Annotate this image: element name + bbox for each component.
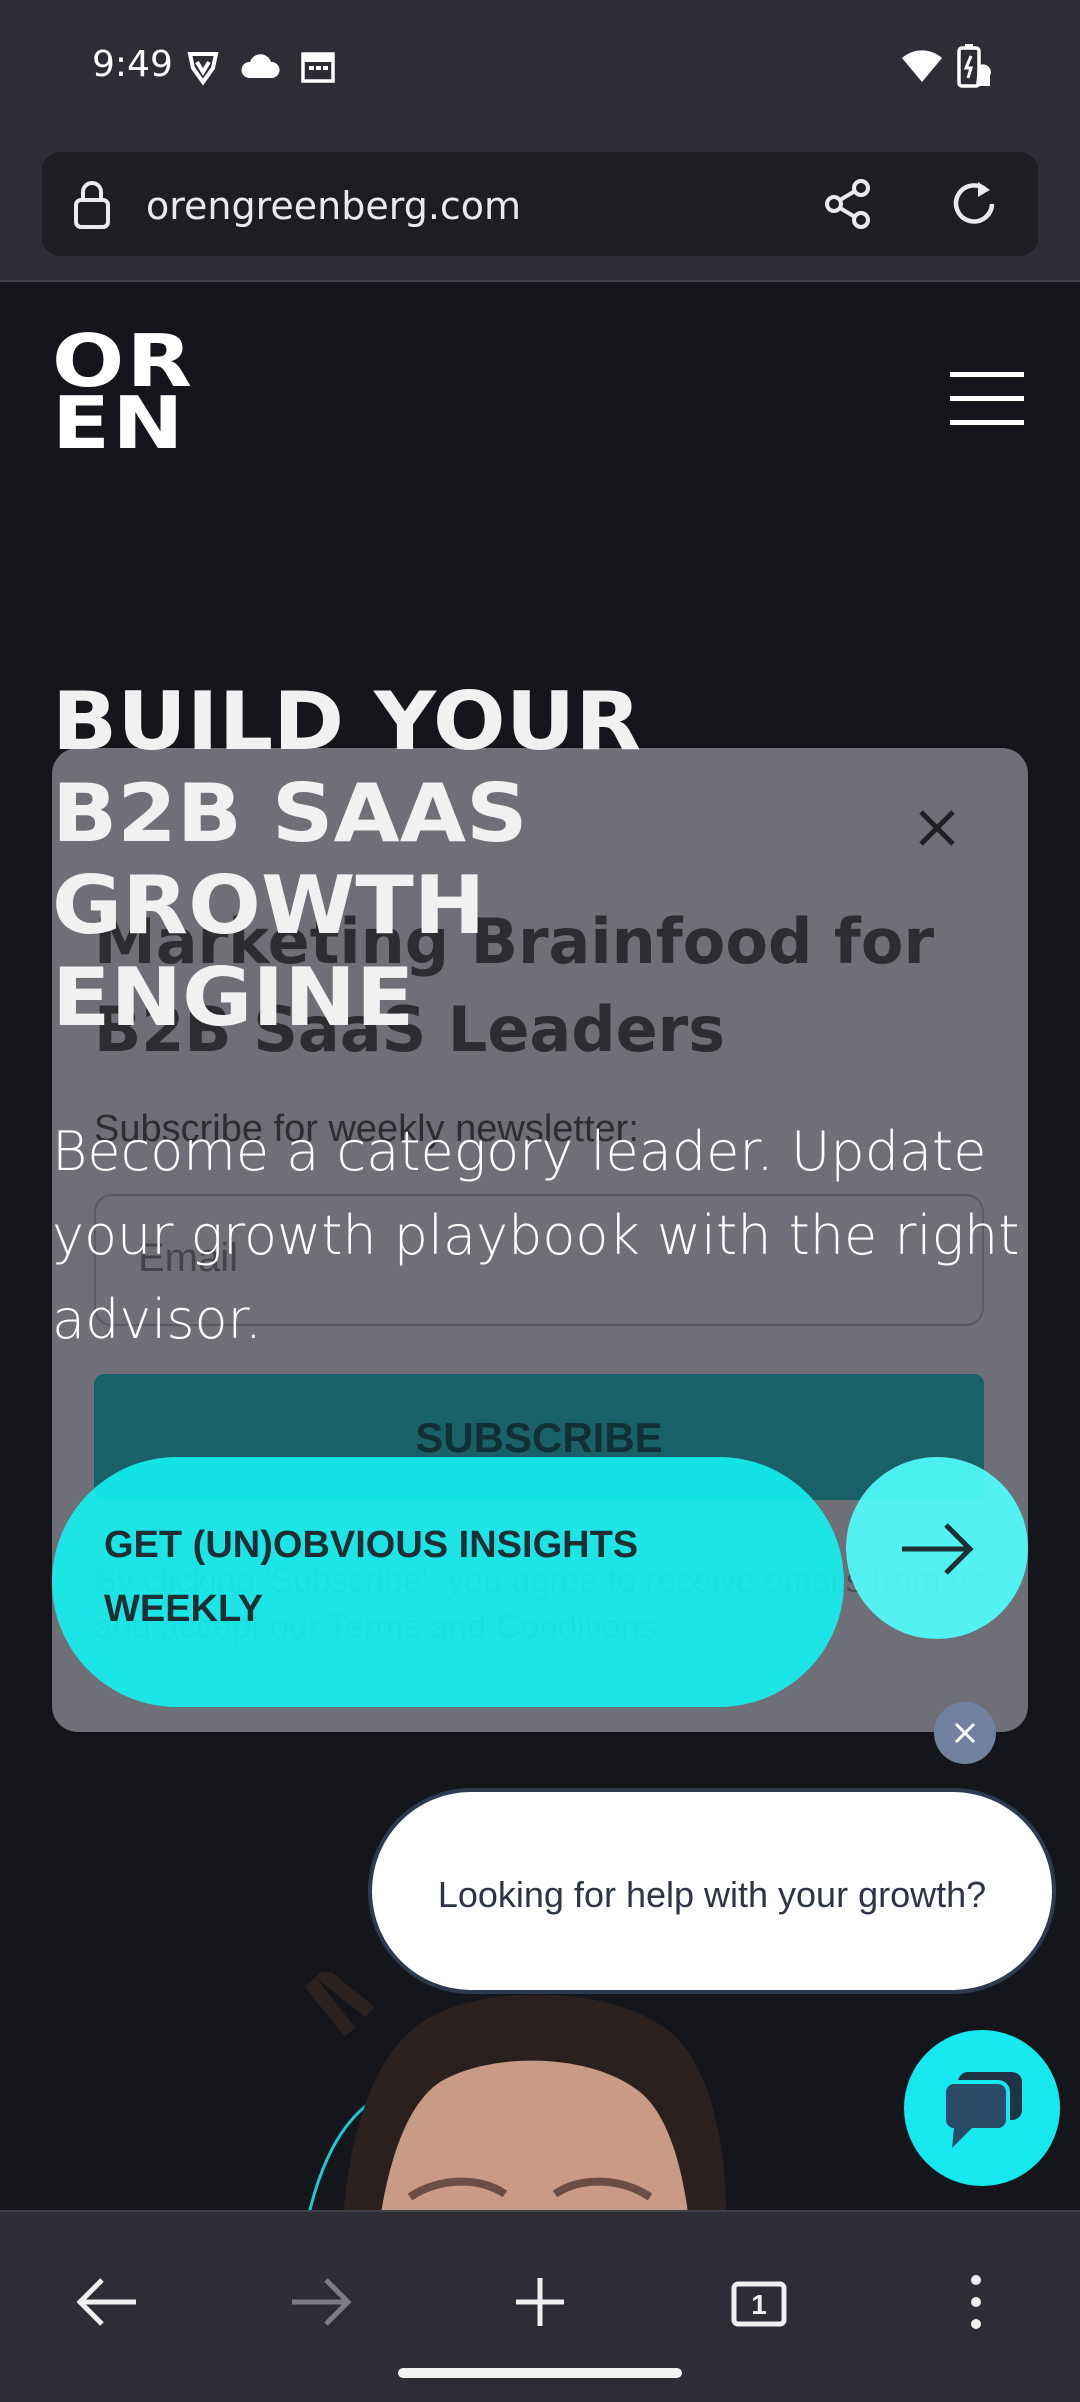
more-options-icon[interactable] <box>926 2252 1026 2352</box>
browser-bottom-bar: 1 <box>0 2210 1080 2402</box>
close-icon <box>954 1722 976 1744</box>
site-logo[interactable]: OR EN <box>52 325 194 459</box>
chat-prompt-bubble[interactable]: Looking for help with your growth? <box>368 1788 1056 1994</box>
browser-toolbar: orengreenberg.com <box>0 140 1080 282</box>
tabs-icon[interactable]: 1 <box>708 2252 808 2352</box>
new-tab-icon[interactable] <box>490 2252 590 2352</box>
status-time: 9:49 <box>92 44 173 85</box>
arrow-right-icon <box>902 1523 974 1575</box>
home-indicator[interactable] <box>398 2368 682 2378</box>
cta-label: GET (UN)OBVIOUS INSIGHTS WEEKLY <box>104 1524 639 1630</box>
lock-icon[interactable] <box>72 178 112 230</box>
chat-launcher-button[interactable] <box>904 2030 1060 2186</box>
menu-icon[interactable] <box>950 372 1024 428</box>
brave-icon <box>187 52 219 86</box>
battery-charging-icon <box>957 44 991 88</box>
web-page: OR EN Marketing Brainfood for B2B SaaS L… <box>0 282 1080 2210</box>
hero-title: BUILD YOUR B2B SAAS GROWTH ENGINE <box>52 675 642 1044</box>
portrait-photo <box>304 1972 727 2210</box>
back-icon[interactable] <box>56 2252 156 2352</box>
chat-prompt-text: Looking for help with your growth? <box>437 1874 987 1915</box>
share-icon[interactable] <box>822 178 874 230</box>
subscribe-label: SUBSCRIBE <box>415 1414 663 1461</box>
close-icon[interactable] <box>907 798 967 858</box>
status-bar: 9:49 <box>0 0 1080 140</box>
url-text[interactable]: orengreenberg.com <box>146 184 521 228</box>
cloud-icon <box>241 54 280 78</box>
cta-arrow-button[interactable] <box>846 1457 1028 1639</box>
reload-icon[interactable] <box>948 178 1000 230</box>
address-bar[interactable]: orengreenberg.com <box>42 152 1038 256</box>
insights-cta-button[interactable]: GET (UN)OBVIOUS INSIGHTS WEEKLY <box>52 1457 844 1707</box>
calendar-icon <box>301 52 335 83</box>
wifi-icon <box>902 50 942 82</box>
svg-text:1: 1 <box>751 2289 767 2320</box>
forward-icon[interactable] <box>272 2252 372 2352</box>
hero-subtitle: Become a category leader. Update your gr… <box>52 1120 1020 1351</box>
chat-icon <box>942 2072 1022 2148</box>
chat-bubble-close-button[interactable] <box>934 1702 996 1764</box>
